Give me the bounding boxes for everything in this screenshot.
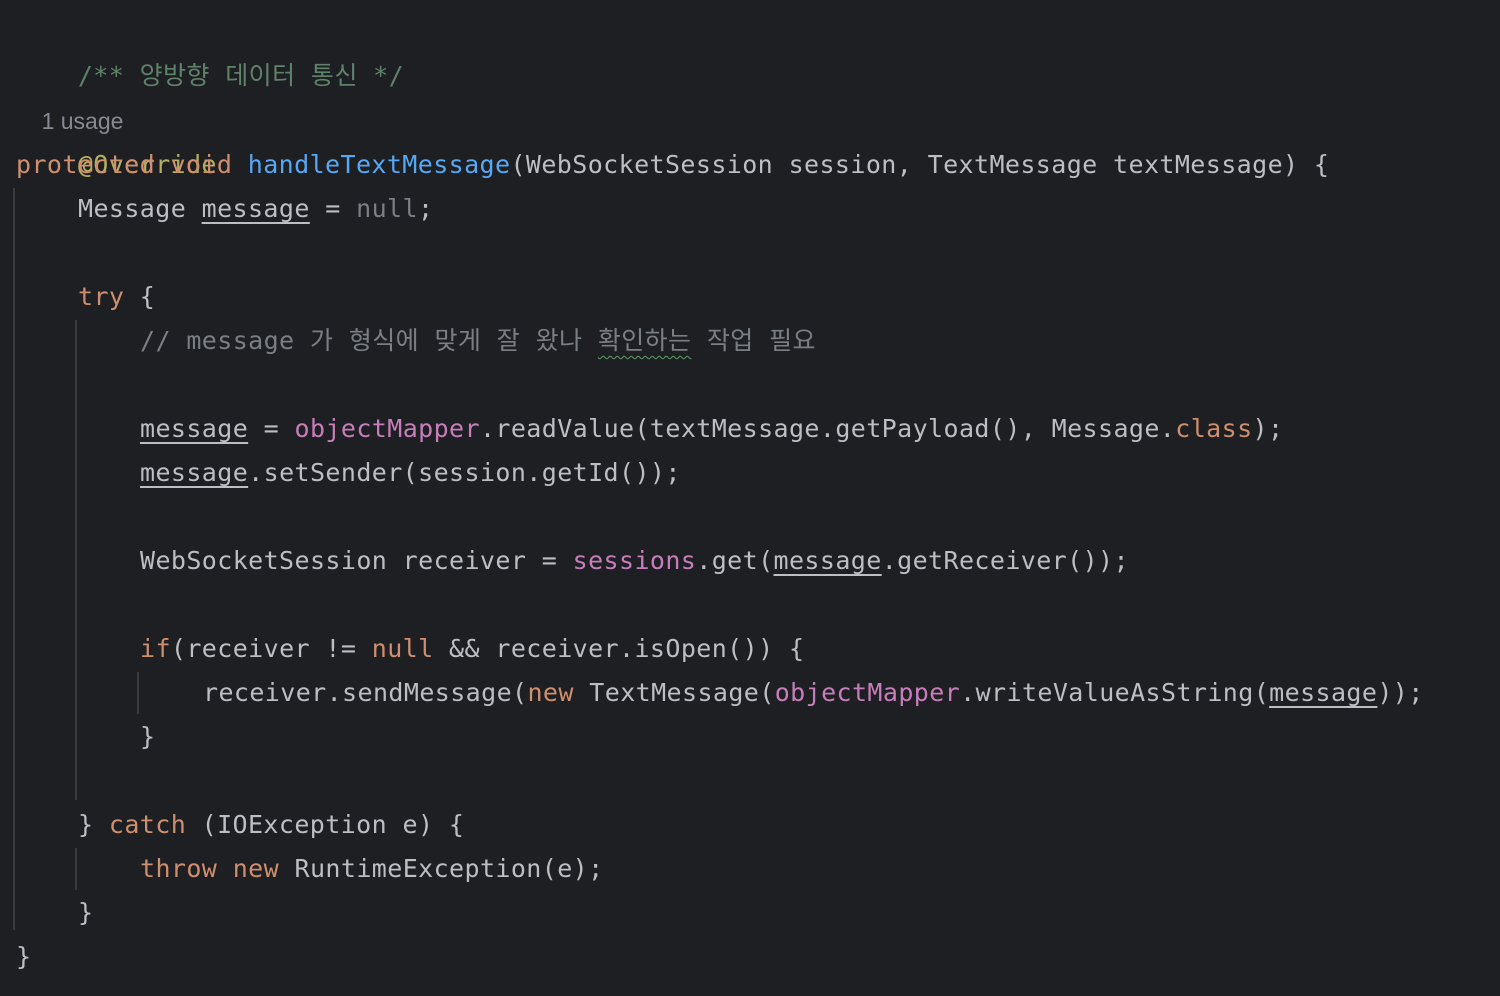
close-brace: } bbox=[16, 942, 32, 971]
null-keyword: null bbox=[371, 634, 434, 663]
spellcheck-flagged-word[interactable]: 확인하는 bbox=[598, 326, 692, 355]
if-condition-end: && receiver.isOpen()) { bbox=[433, 634, 805, 663]
doc-comment: /** 양방향 데이터 통신 */ bbox=[77, 61, 405, 90]
comment-suffix: 작업 필요 bbox=[691, 326, 816, 355]
statement-end: )); bbox=[1377, 678, 1424, 707]
text-message-ctor: TextMessage( bbox=[573, 678, 775, 707]
comment-prefix: // message 가 형식에 맞게 잘 왔나 bbox=[140, 326, 598, 355]
get-call: .get( bbox=[696, 546, 774, 575]
object-mapper-field: objectMapper bbox=[774, 678, 961, 707]
message-type: Message bbox=[78, 194, 202, 223]
indent-guide-try bbox=[75, 320, 77, 800]
indent-guide-catch bbox=[75, 848, 77, 890]
sessions-field: sessions bbox=[572, 546, 697, 575]
if-keyword: if bbox=[140, 634, 171, 663]
code-line-catch: } catch (IOException e) { bbox=[78, 803, 464, 847]
indent-guide-method bbox=[13, 188, 15, 930]
code-line-close-if: } bbox=[140, 715, 155, 759]
code-line-read-value: message = objectMapper.readValue(textMes… bbox=[140, 407, 1283, 451]
code-line-message-declaration: Message message = null; bbox=[78, 187, 433, 231]
get-receiver-call: .getReceiver()); bbox=[881, 546, 1129, 575]
close-brace: } bbox=[78, 898, 94, 927]
catch-clause: (IOException e) { bbox=[186, 810, 465, 839]
write-value-call: .writeValueAsString( bbox=[960, 678, 1270, 707]
code-line-try: try { bbox=[78, 275, 155, 319]
message-variable: message bbox=[140, 414, 249, 443]
code-line-close-catch: } bbox=[78, 891, 93, 935]
statement-end: ); bbox=[1252, 414, 1284, 443]
code-line-receiver: WebSocketSession receiver = sessions.get… bbox=[140, 539, 1129, 583]
code-line-set-sender: message.setSender(session.getId()); bbox=[140, 451, 681, 495]
code-line-close-method: } bbox=[16, 935, 31, 979]
usage-hint[interactable]: 1 usage bbox=[16, 55, 124, 134]
send-message-call: receiver.sendMessage( bbox=[203, 678, 528, 707]
read-value-call: .readValue(textMessage.getPayload(), Mes… bbox=[479, 414, 1176, 443]
code-line-doc-comment: /** 양방향 데이터 통신 */ bbox=[16, 10, 404, 90]
runtime-exception-ctor: RuntimeException(e); bbox=[279, 854, 604, 883]
method-params: (WebSocketSession session, TextMessage t… bbox=[510, 150, 1330, 179]
modifier-keyword: protected bbox=[16, 150, 156, 179]
null-keyword: null bbox=[356, 194, 418, 223]
code-line-annotation: @Override bbox=[16, 99, 217, 179]
code-editor[interactable]: /** 양방향 데이터 통신 */ 1 usage @Override prot… bbox=[0, 0, 1500, 996]
try-keyword: try bbox=[78, 282, 125, 311]
code-line-send-message: receiver.sendMessage(new TextMessage(obj… bbox=[203, 671, 1424, 715]
code-line-if: if(receiver != null && receiver.isOpen()… bbox=[140, 627, 804, 671]
new-keyword: new bbox=[527, 678, 574, 707]
message-variable: message bbox=[140, 458, 249, 487]
message-variable: message bbox=[201, 194, 310, 223]
object-mapper-field: objectMapper bbox=[294, 414, 480, 443]
receiver-declaration: WebSocketSession receiver = bbox=[140, 546, 573, 575]
assign-op: = bbox=[248, 414, 295, 443]
set-sender-call: .setSender(session.getId()); bbox=[248, 458, 681, 487]
message-variable: message bbox=[1269, 678, 1378, 707]
catch-keyword: catch bbox=[108, 810, 187, 839]
if-condition-start: (receiver != bbox=[170, 634, 372, 663]
message-variable: message bbox=[773, 546, 882, 575]
try-open-brace: { bbox=[124, 282, 156, 311]
code-line-comment: // message 가 형식에 맞게 잘 왔나 확인하는 작업 필요 bbox=[140, 319, 816, 363]
code-line-signature: protected void handleTextMessage(WebSock… bbox=[16, 143, 1329, 187]
code-line-throw: throw new RuntimeException(e); bbox=[140, 847, 604, 891]
assign-op: = bbox=[309, 194, 357, 223]
semicolon: ; bbox=[417, 194, 434, 223]
method-name: handleTextMessage bbox=[247, 150, 511, 179]
indent-guide-if bbox=[137, 672, 139, 714]
return-type-keyword: void bbox=[170, 150, 233, 179]
close-brace: } bbox=[140, 722, 156, 751]
close-try-brace: } bbox=[78, 810, 109, 839]
new-keyword: new bbox=[232, 854, 280, 883]
class-keyword: class bbox=[1175, 414, 1253, 443]
throw-keyword: throw bbox=[140, 854, 218, 883]
